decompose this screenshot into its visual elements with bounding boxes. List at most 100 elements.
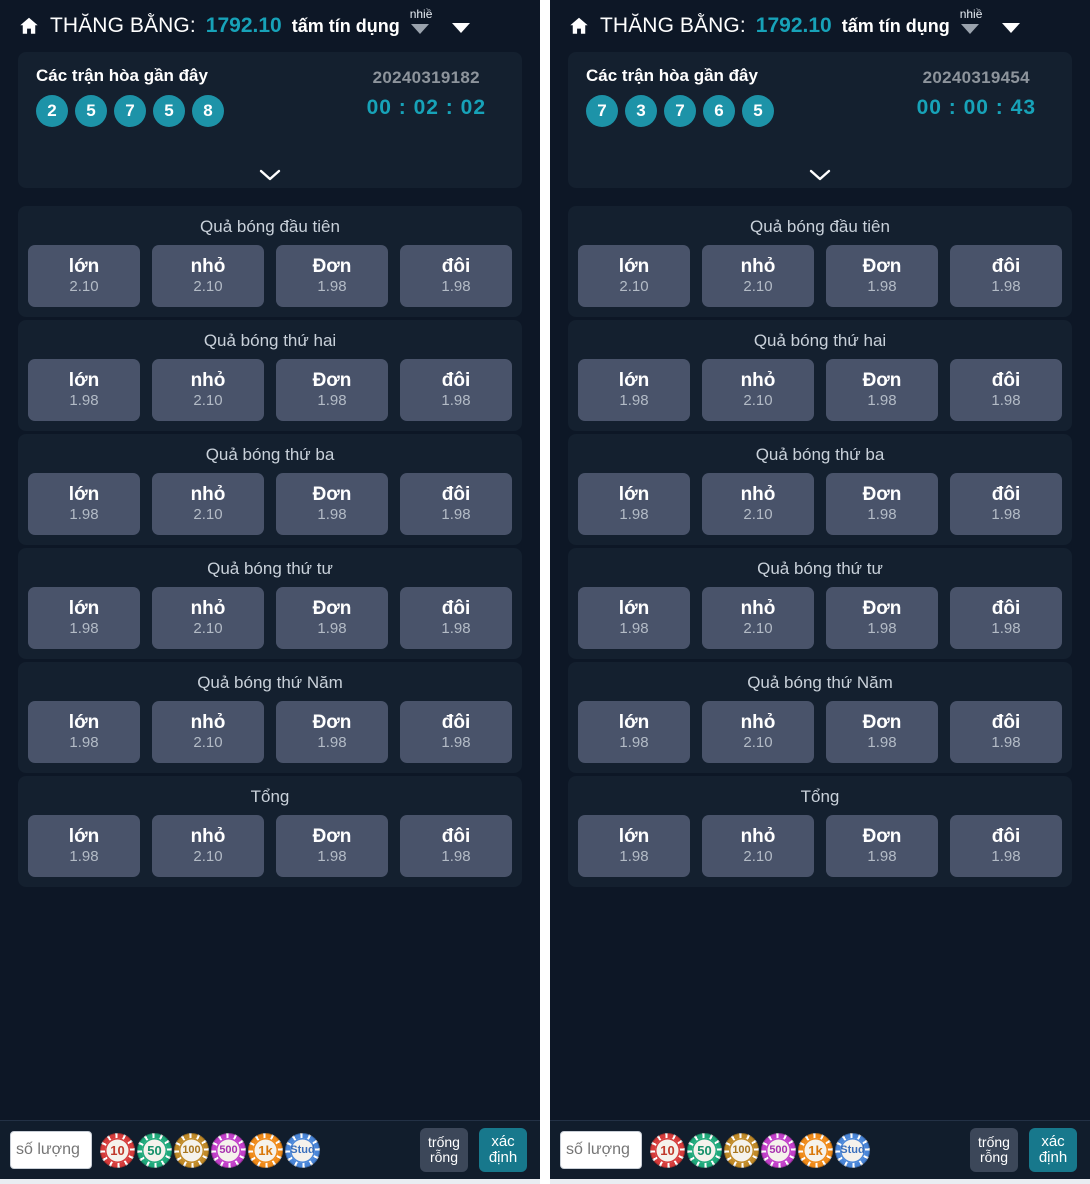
- chip-50[interactable]: 50: [687, 1132, 722, 1168]
- bet-option-button[interactable]: đôi 1.98: [400, 359, 512, 421]
- bet-option-button[interactable]: nhỏ 2.10: [702, 815, 814, 877]
- chip-label: 100: [729, 1137, 754, 1163]
- recent-balls-list: 7 3 7 6 5: [586, 95, 774, 127]
- bet-option-button[interactable]: lớn 1.98: [578, 359, 690, 421]
- bet-option-button[interactable]: nhỏ 2.10: [152, 359, 264, 421]
- bet-option-button[interactable]: đôi 1.98: [950, 701, 1062, 763]
- bet-option-odds: 1.98: [317, 278, 347, 296]
- bet-option-button[interactable]: nhỏ 2.10: [152, 701, 264, 763]
- expand-results-button[interactable]: [568, 169, 1072, 182]
- home-icon[interactable]: [568, 15, 590, 37]
- bet-option-button[interactable]: lớn 1.98: [578, 587, 690, 649]
- chip-10[interactable]: 10: [100, 1132, 135, 1168]
- bet-option-name: đôi: [991, 712, 1021, 734]
- bet-option-name: Đơn: [312, 256, 352, 278]
- bet-option-button[interactable]: Đơn 1.98: [826, 359, 938, 421]
- bet-option-button[interactable]: Đơn 1.98: [276, 587, 388, 649]
- home-icon[interactable]: [18, 15, 40, 37]
- more-options-button[interactable]: nhiề: [410, 7, 436, 41]
- game-panel-left: THĂNG BẰNG: 1792.10 tấm tín dụng nhiề Cá…: [0, 0, 540, 1184]
- chip-stud[interactable]: Stud: [285, 1132, 320, 1168]
- recent-results-card: Các trận hòa gần đây 2 5 7 5 8 202403191…: [18, 52, 522, 188]
- bet-option-button[interactable]: Đơn 1.98: [826, 815, 938, 877]
- bet-option-button[interactable]: lớn 1.98: [28, 473, 140, 535]
- confirm-bets-button[interactable]: xác định: [1029, 1128, 1077, 1172]
- bet-option-button[interactable]: nhỏ 2.10: [152, 587, 264, 649]
- bet-option-button[interactable]: đôi 1.98: [950, 815, 1062, 877]
- bet-option-button[interactable]: lớn 2.10: [578, 245, 690, 307]
- bet-option-button[interactable]: lớn 1.98: [578, 815, 690, 877]
- bet-option-button[interactable]: Đơn 1.98: [276, 473, 388, 535]
- bet-option-button[interactable]: nhỏ 2.10: [702, 359, 814, 421]
- chip-100[interactable]: 100: [724, 1132, 759, 1168]
- bet-option-button[interactable]: đôi 1.98: [400, 473, 512, 535]
- bet-option-button[interactable]: Đơn 1.98: [276, 701, 388, 763]
- bet-option-button[interactable]: nhỏ 2.10: [702, 245, 814, 307]
- bet-option-button[interactable]: lớn 1.98: [578, 701, 690, 763]
- bet-options-row: lớn 1.98 nhỏ 2.10 Đơn 1.98 đôi 1.98: [28, 473, 512, 535]
- menu-chevron-down-icon[interactable]: [1001, 23, 1020, 33]
- bet-option-odds: 1.98: [69, 734, 99, 752]
- chip-1k[interactable]: 1k: [798, 1132, 833, 1168]
- bet-option-button[interactable]: Đơn 1.98: [276, 815, 388, 877]
- bet-option-button[interactable]: lớn 1.98: [28, 587, 140, 649]
- recent-results-title: Các trận hòa gần đây: [36, 66, 208, 85]
- bet-option-button[interactable]: nhỏ 2.10: [152, 473, 264, 535]
- clear-label-line2: rỗng: [979, 1149, 1009, 1165]
- bet-option-button[interactable]: nhỏ 2.10: [152, 815, 264, 877]
- bet-option-button[interactable]: lớn 2.10: [28, 245, 140, 307]
- chip-1k[interactable]: 1k: [248, 1132, 283, 1168]
- bet-option-button[interactable]: đôi 1.98: [950, 473, 1062, 535]
- chip-500[interactable]: 500: [761, 1132, 796, 1168]
- chip-10[interactable]: 10: [650, 1132, 685, 1168]
- amount-input[interactable]: [560, 1131, 642, 1169]
- bet-option-button[interactable]: đôi 1.98: [950, 587, 1062, 649]
- bet-option-button[interactable]: đôi 1.98: [400, 587, 512, 649]
- bet-option-button[interactable]: Đơn 1.98: [276, 359, 388, 421]
- bet-option-odds: 1.98: [867, 620, 897, 638]
- bet-option-button[interactable]: lớn 1.98: [28, 701, 140, 763]
- bet-option-name: nhỏ: [190, 712, 226, 734]
- bet-option-button[interactable]: Đơn 1.98: [826, 473, 938, 535]
- bet-option-button[interactable]: đôi 1.98: [400, 701, 512, 763]
- bet-option-button[interactable]: Đơn 1.98: [826, 587, 938, 649]
- bet-option-button[interactable]: đôi 1.98: [950, 245, 1062, 307]
- confirm-bets-button[interactable]: xác định: [479, 1128, 527, 1172]
- ball: 5: [742, 95, 774, 127]
- bet-option-button[interactable]: đôi 1.98: [400, 815, 512, 877]
- bet-option-button[interactable]: nhỏ 2.10: [702, 473, 814, 535]
- bet-option-odds: 1.98: [991, 620, 1021, 638]
- bet-option-name: Đơn: [312, 712, 352, 734]
- bet-option-name: nhỏ: [740, 484, 776, 506]
- bet-option-name: Đơn: [862, 598, 902, 620]
- amount-input[interactable]: [10, 1131, 92, 1169]
- bet-option-button[interactable]: nhỏ 2.10: [152, 245, 264, 307]
- bet-option-button[interactable]: nhỏ 2.10: [702, 587, 814, 649]
- bet-option-name: lớn: [68, 598, 100, 620]
- bet-option-button[interactable]: lớn 1.98: [578, 473, 690, 535]
- chip-500[interactable]: 500: [211, 1132, 246, 1168]
- bet-option-button[interactable]: đôi 1.98: [400, 245, 512, 307]
- clear-bets-button[interactable]: trống rỗng: [970, 1128, 1018, 1172]
- clear-bets-button[interactable]: trống rỗng: [420, 1128, 468, 1172]
- bet-option-name: nhỏ: [740, 826, 776, 848]
- bet-option-name: Đơn: [862, 256, 902, 278]
- bet-group: Quả bóng thứ Năm lớn 1.98 nhỏ 2.10 Đơn 1.98 đôi…: [568, 662, 1072, 773]
- bet-option-button[interactable]: đôi 1.98: [950, 359, 1062, 421]
- recent-results-row: Các trận hòa gần đây 7 3 7 6 5 202403194…: [586, 66, 1054, 127]
- bet-option-button[interactable]: Đơn 1.98: [826, 701, 938, 763]
- bet-option-button[interactable]: Đơn 1.98: [826, 245, 938, 307]
- chip-100[interactable]: 100: [174, 1132, 209, 1168]
- chip-stud[interactable]: Stud: [835, 1132, 870, 1168]
- bet-option-button[interactable]: lớn 1.98: [28, 359, 140, 421]
- chip-50[interactable]: 50: [137, 1132, 172, 1168]
- more-options-button[interactable]: nhiề: [960, 7, 986, 41]
- chevron-down-icon: [809, 169, 831, 181]
- credit-label: tấm tín dụng: [841, 15, 950, 36]
- expand-results-button[interactable]: [18, 169, 522, 182]
- countdown-timer: 00 : 00 : 43: [916, 96, 1036, 119]
- bet-option-button[interactable]: nhỏ 2.10: [702, 701, 814, 763]
- bet-option-button[interactable]: Đơn 1.98: [276, 245, 388, 307]
- bet-option-button[interactable]: lớn 1.98: [28, 815, 140, 877]
- menu-chevron-down-icon[interactable]: [451, 23, 470, 33]
